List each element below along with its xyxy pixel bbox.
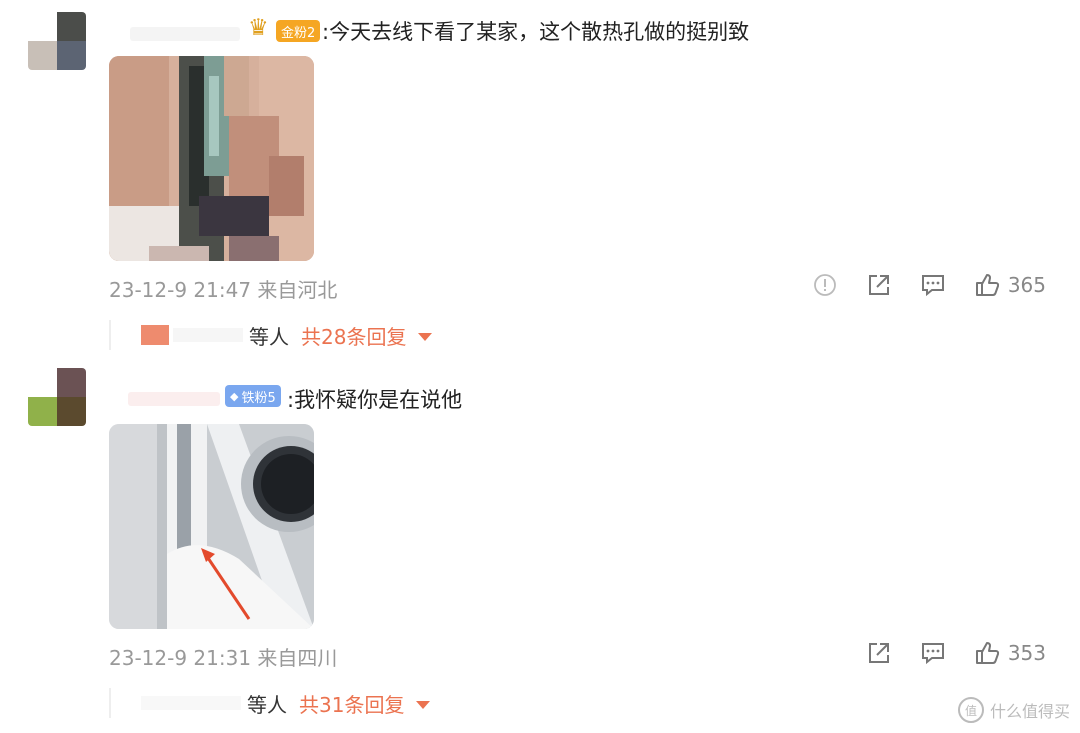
comment-actions: 353 [838,640,1046,666]
fan-badge[interactable]: ◆ 铁粉5 [225,385,281,407]
comment-meta: 23-12-9 21:47 来自河北 [109,278,338,302]
comment-actions: 365 [784,272,1046,298]
avatar[interactable] [28,368,86,426]
report-icon[interactable] [812,272,838,298]
badge-label: 金粉2 [281,25,316,41]
fan-badge[interactable]: 金粉2 [276,20,321,42]
comment-icon[interactable] [920,640,946,666]
reply-users-label: 等人 [247,692,287,717]
comment-meta: 23-12-9 21:31 来自四川 [109,646,338,670]
like-count: 365 [1007,273,1046,297]
diamond-icon: ◆ [230,389,239,403]
badge-label: 铁粉5 [241,390,276,406]
reply-username-redacted [141,696,241,710]
comment-image[interactable] [109,424,314,629]
reply-username-redacted [173,328,243,342]
crown-icon: ♛ [248,15,269,41]
comment-text: :我怀疑你是在说他 [287,388,463,412]
avatar[interactable] [28,12,86,70]
caret-down-icon[interactable] [418,332,433,341]
share-icon[interactable] [866,272,892,298]
comment-item: ♛ 金粉2 :今天去线下看了某家，这个散热孔做的挺别致 23-12-9 21:4… [0,0,1080,360]
smzdm-logo-icon: 值 [957,697,984,723]
replies-summary[interactable]: 等人 共28条回复 [109,320,433,350]
like-count: 353 [1007,641,1046,665]
like-icon[interactable] [974,272,1000,298]
username-redacted[interactable] [128,392,220,406]
reply-users-label: 等人 [249,324,289,349]
reply-avatar [141,325,169,345]
reply-count-link[interactable]: 共28条回复 [301,321,406,350]
watermark-text: 什么值得买 [989,702,1070,721]
reply-count-link[interactable]: 共31条回复 [299,689,404,718]
replies-summary[interactable]: 等人 共31条回复 [109,688,431,718]
site-watermark: 值 什么值得买 [957,697,1070,723]
comment-item: ◆ 铁粉5 :我怀疑你是在说他 23-12-9 21:31 来自四川 353 等… [0,362,1080,733]
caret-down-icon[interactable] [416,700,431,709]
username-redacted[interactable] [130,27,240,41]
like-icon[interactable] [974,640,1000,666]
share-icon[interactable] [866,640,892,666]
comment-text: :今天去线下看了某家，这个散热孔做的挺别致 [322,20,750,44]
comment-icon[interactable] [920,272,946,298]
phone-photo [109,424,314,629]
comment-image[interactable] [109,56,314,261]
pixelated-photo [109,56,314,261]
